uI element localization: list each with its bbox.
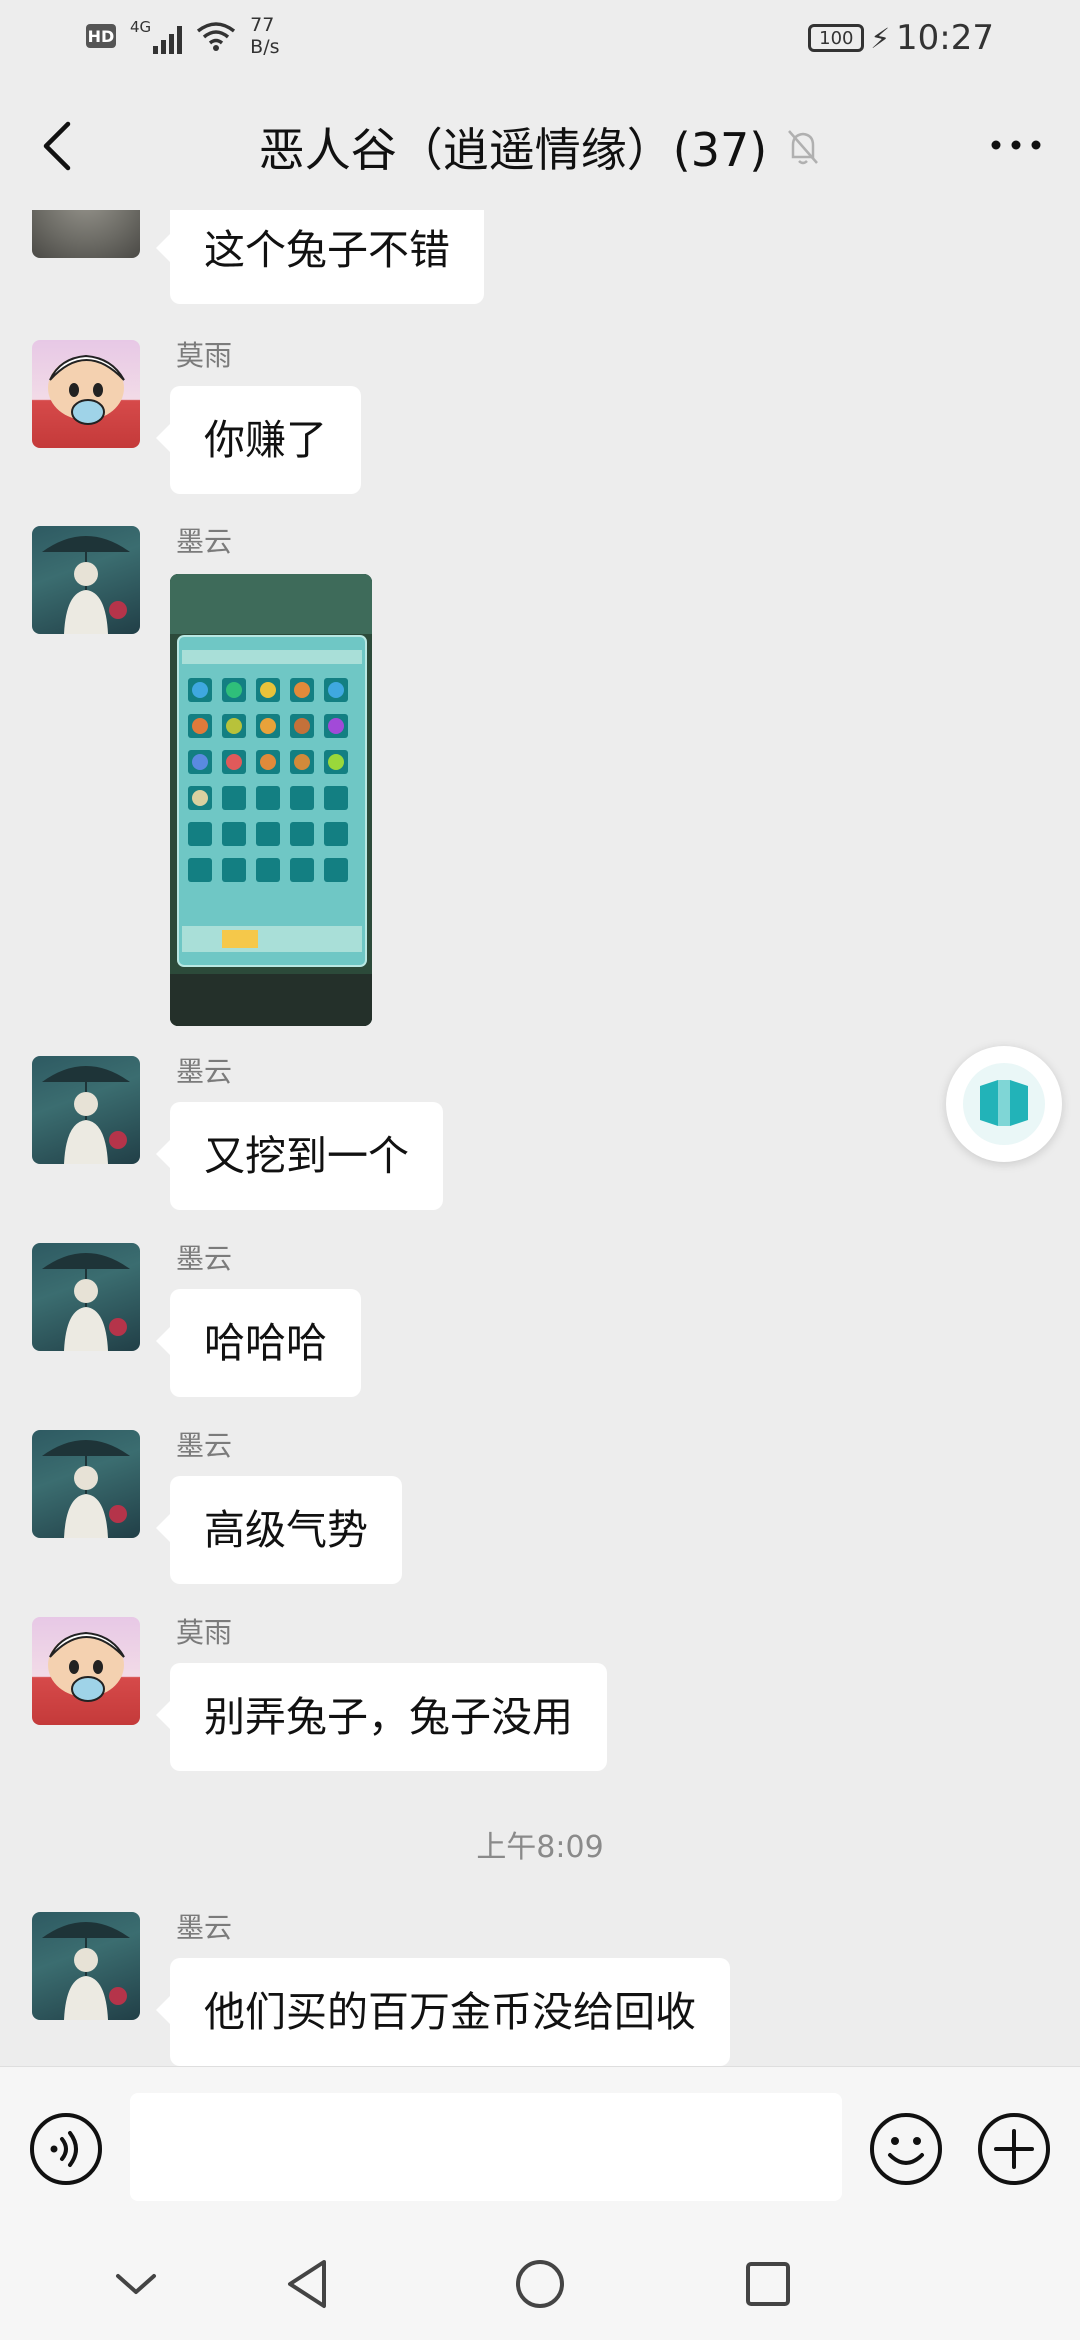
message-input[interactable] <box>130 2093 842 2201</box>
rain-avatar-icon <box>42 1066 130 1164</box>
message-bubble[interactable]: 别弄兔子，兔子没用 <box>156 1663 607 1771</box>
message-bubble[interactable]: 他们买的百万金币没给回收 <box>156 1958 730 2066</box>
chat-header: 恶人谷（逍遥情缘）(37) <box>0 80 1080 210</box>
plus-icon[interactable] <box>976 2111 1052 2187</box>
message-bubble[interactable]: 高级气势 <box>156 1476 402 1584</box>
timestamp: 上午8:09 <box>476 1830 604 1865</box>
avatar[interactable] <box>32 1243 140 1351</box>
image-message[interactable] <box>170 574 372 1026</box>
message-bubble[interactable]: 哈哈哈 <box>156 1289 361 1397</box>
sender-name: 墨云 <box>176 1429 233 1462</box>
battery-indicator: 100 <box>808 24 865 52</box>
cube-icon <box>980 1080 1028 1126</box>
rain-avatar-icon <box>42 1922 130 2020</box>
sender-name: 墨云 <box>176 525 233 558</box>
emoji-icon[interactable] <box>868 2111 944 2187</box>
shinchan-avatar-icon <box>48 354 125 425</box>
network-speed-unit: B/s <box>250 36 280 58</box>
bell-off-icon <box>788 130 819 165</box>
message-list[interactable]: 这个兔子不错 莫雨 你赚了 墨云 墨云 又挖到一个 墨云 哈哈哈 墨云 高级气势… <box>0 210 1080 2066</box>
wifi-icon <box>197 22 236 51</box>
rain-avatar-icon <box>42 1253 130 1351</box>
game-inventory-screenshot <box>170 574 372 1026</box>
hd-badge: HD <box>86 24 116 48</box>
message-bubble[interactable]: 你赚了 <box>156 386 361 494</box>
cellular-signal: 4G <box>130 18 183 54</box>
chat-title: 恶人谷（逍遥情缘）(37) <box>258 123 768 177</box>
avatar[interactable] <box>32 526 140 634</box>
voice-icon[interactable] <box>28 2111 104 2187</box>
message-bubble[interactable]: 又挖到一个 <box>156 1102 443 1210</box>
input-bar <box>0 2066 1080 2231</box>
avatar[interactable] <box>32 1430 140 1538</box>
avatar[interactable] <box>32 1617 140 1725</box>
sender-name: 墨云 <box>176 1242 233 1275</box>
avatar[interactable] <box>32 210 140 258</box>
network-type: 4G <box>130 18 152 36</box>
avatar[interactable] <box>32 1912 140 2020</box>
floating-action-button[interactable] <box>946 1046 1062 1162</box>
sender-name: 墨云 <box>176 1055 233 1088</box>
sender-name: 莫雨 <box>176 339 233 372</box>
avatar[interactable] <box>32 340 140 448</box>
clock: 10:27 <box>896 18 994 58</box>
home-circle-icon[interactable] <box>508 2252 572 2316</box>
more-horizontal-icon[interactable] <box>986 130 1046 160</box>
rain-avatar-icon <box>42 1440 130 1538</box>
signal-bars-icon <box>153 24 183 54</box>
shinchan-avatar-icon <box>48 1631 125 1702</box>
back-triangle-icon[interactable] <box>276 2252 340 2316</box>
chat-title-container: 恶人谷（逍遥情缘）(37) <box>0 114 1080 180</box>
system-nav-bar <box>0 2230 1080 2340</box>
status-bar: HD 4G 77 B/s 100 ⚡ 10:27 <box>0 0 1080 80</box>
charging-icon: ⚡ <box>870 21 891 55</box>
sender-name: 莫雨 <box>176 1616 233 1649</box>
network-speed: 77 B/s <box>250 14 279 58</box>
chevron-down-icon[interactable] <box>104 2252 168 2316</box>
network-speed-value: 77 <box>250 14 275 36</box>
sender-name: 墨云 <box>176 1911 233 1944</box>
message-bubble[interactable]: 这个兔子不错 <box>156 210 484 304</box>
recents-square-icon[interactable] <box>736 2252 800 2316</box>
rain-avatar-icon <box>42 536 130 634</box>
avatar[interactable] <box>32 1056 140 1164</box>
